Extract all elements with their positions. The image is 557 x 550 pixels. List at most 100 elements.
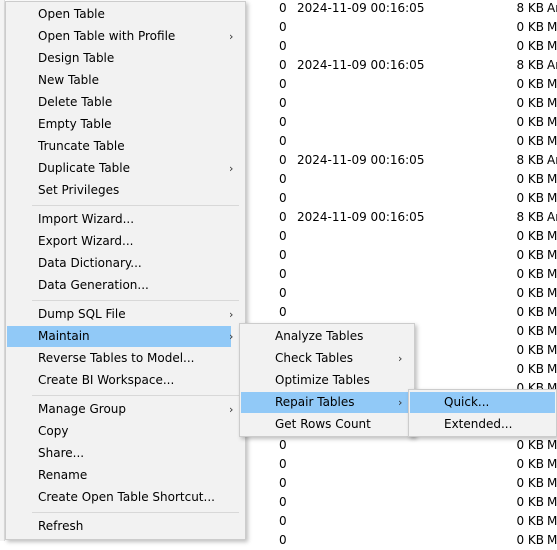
chevron-right-icon: › <box>229 330 234 343</box>
menu-separator <box>32 512 239 513</box>
cell-size: 8 KB <box>516 210 544 224</box>
menu-item-label: Set Privileges <box>38 183 120 197</box>
menu-item-label: Export Wizard... <box>38 234 134 248</box>
chevron-right-icon: › <box>229 308 234 321</box>
cell-size: 0 KB <box>516 96 544 110</box>
cell-count: 0 <box>279 229 287 243</box>
menu-separator <box>32 300 239 301</box>
cell-engine: M <box>547 438 557 452</box>
menu-item-label: Check Tables <box>275 351 354 365</box>
menu-item-label: Import Wizard... <box>38 212 135 226</box>
chevron-right-icon: › <box>398 352 403 365</box>
cell-count: 0 <box>279 20 287 34</box>
context-menu: Open Table Open Table with Profile › Design… <box>5 1 246 540</box>
menu-item-label: Create Open Table Shortcut... <box>38 490 215 504</box>
cell-size: 0 KB <box>516 457 544 471</box>
menu-item-data-dictionary[interactable]: Data Dictionary... <box>7 253 231 274</box>
cell-count: 0 <box>279 58 287 72</box>
menu-item-copy[interactable]: Copy <box>7 421 231 442</box>
cell-count: 0 <box>279 514 287 528</box>
cell-engine: M <box>547 115 557 129</box>
menu-item-label: Dump SQL File <box>38 307 126 321</box>
cell-engine: M <box>547 96 557 110</box>
menu-item-maintain[interactable]: Maintain › <box>7 326 234 347</box>
cell-engine: M <box>547 267 557 281</box>
cell-count: 0 <box>279 153 287 167</box>
cell-size: 0 KB <box>516 134 544 148</box>
menu-item-label: Data Dictionary... <box>38 256 142 270</box>
menu-item-duplicate-table[interactable]: Duplicate Table › <box>7 158 234 179</box>
menu-item-create-open-table-shortcut[interactable]: Create Open Table Shortcut... <box>7 487 231 508</box>
menu-item-extended[interactable]: Extended... <box>410 414 555 435</box>
menu-item-label: Data Generation... <box>38 278 149 292</box>
menu-item-dump-sql-file[interactable]: Dump SQL File › <box>7 304 234 325</box>
cell-count: 0 <box>279 305 287 319</box>
menu-item-label: Empty Table <box>38 117 112 131</box>
menu-item-label: Rename <box>38 468 88 482</box>
cell-engine: M <box>547 286 557 300</box>
menu-item-manage-group[interactable]: Manage Group › <box>7 399 233 420</box>
menu-item-set-privileges[interactable]: Set Privileges <box>7 180 231 201</box>
menu-item-create-bi-workspace[interactable]: Create BI Workspace... <box>7 370 231 391</box>
menu-item-refresh[interactable]: Refresh <box>7 516 231 537</box>
menu-item-open-table-with-profile[interactable]: Open Table with Profile › <box>7 26 234 47</box>
menu-item-get-rows-count[interactable]: Get Rows Count <box>241 414 413 435</box>
cell-engine: M <box>547 305 557 319</box>
menu-item-optimize-tables[interactable]: Optimize Tables <box>241 370 413 391</box>
menu-item-quick[interactable]: Quick... <box>410 392 555 413</box>
cell-modified: 2024-11-09 00:16:05 <box>297 153 425 167</box>
menu-item-label: New Table <box>38 73 100 87</box>
cell-engine: M <box>547 229 557 243</box>
cell-size: 0 KB <box>516 191 544 205</box>
menu-item-repair-tables[interactable]: Repair Tables › <box>241 392 413 413</box>
menu-item-rename[interactable]: Rename <box>7 465 231 486</box>
menu-item-label: Open Table <box>38 7 105 21</box>
menu-item-analyze-tables[interactable]: Analyze Tables <box>241 326 413 347</box>
chevron-right-icon: › <box>229 30 234 43</box>
cell-engine: M <box>547 172 557 186</box>
menu-separator <box>32 205 239 206</box>
cell-size: 0 KB <box>516 20 544 34</box>
menu-item-share[interactable]: Share... <box>7 443 231 464</box>
cell-size: 0 KB <box>516 305 544 319</box>
maintain-submenu: Analyze Tables Check Tables › Optimize Tabl… <box>239 323 415 437</box>
menu-item-import-wizard[interactable]: Import Wizard... <box>7 209 231 230</box>
cell-engine: M <box>547 495 557 509</box>
cell-size: 0 KB <box>516 343 544 357</box>
menu-item-check-tables[interactable]: Check Tables › <box>241 348 413 369</box>
menu-item-label: Reverse Tables to Model... <box>38 351 195 365</box>
menu-item-empty-table[interactable]: Empty Table <box>7 114 231 135</box>
cell-size: 0 KB <box>516 362 544 376</box>
menu-item-label: Share... <box>38 446 85 460</box>
cell-engine: M <box>547 324 557 338</box>
cell-modified: 2024-11-09 00:16:05 <box>297 1 425 15</box>
menu-item-truncate-table[interactable]: Truncate Table <box>7 136 231 157</box>
menu-item-label: Analyze Tables <box>275 329 364 343</box>
cell-engine: Ar <box>547 1 557 15</box>
cell-size: 0 KB <box>516 324 544 338</box>
menu-item-label: Copy <box>38 424 69 438</box>
chevron-right-icon: › <box>229 162 234 175</box>
menu-item-data-generation[interactable]: Data Generation... <box>7 275 231 296</box>
menu-item-reverse-tables-to-model[interactable]: Reverse Tables to Model... <box>7 348 231 369</box>
menu-item-design-table[interactable]: Design Table <box>7 48 231 69</box>
menu-item-label: Maintain <box>38 329 90 343</box>
menu-item-label: Extended... <box>444 417 513 431</box>
cell-count: 0 <box>279 191 287 205</box>
cell-size: 0 KB <box>516 286 544 300</box>
cell-modified: 2024-11-09 00:16:05 <box>297 210 425 224</box>
cell-size: 0 KB <box>516 77 544 91</box>
cell-count: 0 <box>279 1 287 15</box>
menu-item-export-wizard[interactable]: Export Wizard... <box>7 231 231 252</box>
cell-modified: 2024-11-09 00:16:05 <box>297 58 425 72</box>
menu-item-label: Optimize Tables <box>275 373 370 387</box>
cell-size: 0 KB <box>516 115 544 129</box>
cell-engine: Ar <box>547 210 557 224</box>
menu-item-open-table[interactable]: Open Table <box>7 4 231 25</box>
menu-item-delete-table[interactable]: Delete Table <box>7 92 231 113</box>
menu-item-label: Create BI Workspace... <box>38 373 175 387</box>
cell-size: 8 KB <box>516 58 544 72</box>
menu-item-new-table[interactable]: New Table <box>7 70 231 91</box>
cell-count: 0 <box>279 248 287 262</box>
cell-size: 8 KB <box>516 1 544 15</box>
